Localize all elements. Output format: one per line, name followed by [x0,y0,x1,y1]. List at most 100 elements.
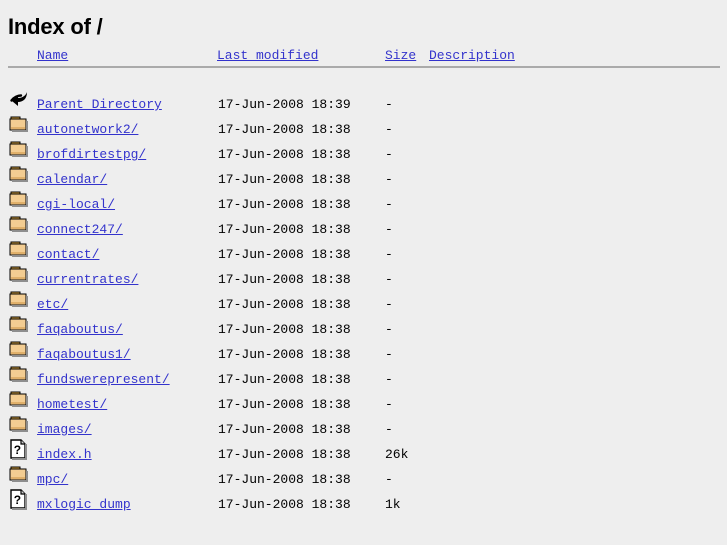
table-row: faqaboutus/17-Jun-2008 18:38 - [8,311,720,336]
entry-icon-cell [8,261,37,286]
entry-link[interactable]: currentrates/ [37,272,138,287]
entry-size: - [385,472,393,487]
entry-name-cell: faqaboutus1/ [37,336,217,361]
entry-link[interactable]: calendar/ [37,172,107,187]
folder-icon [9,339,29,361]
entry-description [429,311,720,336]
entry-link[interactable]: connect247/ [37,222,123,237]
entry-icon-cell: ? [8,436,37,461]
entry-description [429,486,720,511]
entry-description [429,261,720,286]
sort-by-description-link[interactable]: Description [429,48,515,63]
entry-last-modified: 17-Jun-2008 18:38 [218,322,351,337]
table-row: images/17-Jun-2008 18:38 - [8,411,720,436]
entry-last-modified: 17-Jun-2008 18:38 [218,347,351,362]
directory-index-page: Index of / Name Last modified Size Descr… [0,0,727,545]
table-row: hometest/17-Jun-2008 18:38 - [8,386,720,411]
entry-last-modified: 17-Jun-2008 18:38 [218,297,351,312]
table-row: Parent Directory 17-Jun-2008 18:39 - [8,86,720,111]
unknown-file-icon: ? [9,439,29,461]
entry-last-modified: 17-Jun-2008 18:38 [218,197,351,212]
folder-icon [9,314,29,336]
entry-name-cell: Parent Directory [37,86,217,111]
entry-link[interactable]: images/ [37,422,92,437]
header-date-cell: Last modified [217,40,385,62]
folder-icon [9,239,29,261]
entry-last-modified: 17-Jun-2008 18:38 [218,222,351,237]
entry-icon-cell [8,336,37,361]
directory-listing: Name Last modified Size Description Pare… [0,40,727,511]
entry-icon-cell [8,136,37,161]
sort-by-last-modified-link[interactable]: Last modified [217,48,318,63]
entry-size: - [385,297,393,312]
folder-icon [9,214,29,236]
entry-link[interactable]: etc/ [37,297,68,312]
entry-description [429,461,720,486]
entry-link[interactable]: hometest/ [37,397,107,412]
table-row: ? index.h 17-Jun-2008 18:38 26k [8,436,720,461]
entry-icon-cell [8,211,37,236]
entry-link[interactable]: contact/ [37,247,99,262]
entry-link[interactable]: faqaboutus/ [37,322,123,337]
entry-size: - [385,147,393,162]
entry-description [429,386,720,411]
sort-by-size-link[interactable]: Size [385,48,416,63]
entry-icon-cell [8,386,37,411]
entry-name-cell: mxlogic_dump [37,486,217,511]
table-row: autonetwork2/17-Jun-2008 18:38 - [8,111,720,136]
entry-link[interactable]: mxlogic_dump [37,497,131,512]
entry-name-cell: contact/ [37,236,217,261]
entry-last-modified: 17-Jun-2008 18:38 [218,147,351,162]
entry-link[interactable]: Parent Directory [37,97,162,112]
entry-icon-cell [8,311,37,336]
entry-description [429,436,720,461]
entry-link[interactable]: autonetwork2/ [37,122,138,137]
entry-size: - [385,372,393,387]
back-arrow-icon [9,89,29,111]
page-title: Index of / [8,14,103,39]
entry-name-cell: faqaboutus/ [37,311,217,336]
folder-icon [9,139,29,161]
entry-icon-cell [8,86,37,111]
directory-index-table: Name Last modified Size Description Pare… [8,40,720,511]
header-name-cell: Name [37,40,217,62]
entry-size: - [385,197,393,212]
entry-name-cell: hometest/ [37,386,217,411]
entry-icon-cell [8,186,37,211]
entry-name-cell: index.h [37,436,217,461]
folder-icon [9,189,29,211]
folder-icon [9,389,29,411]
entry-size: - [385,322,393,337]
table-row: fundswerepresent/17-Jun-2008 18:38 - [8,361,720,386]
header-size-cell: Size [385,40,429,62]
entry-link[interactable]: mpc/ [37,472,68,487]
folder-icon [9,264,29,286]
entry-icon-cell: ? [8,486,37,511]
entry-name-cell: currentrates/ [37,261,217,286]
entry-description [429,161,720,186]
entry-link[interactable]: fundswerepresent/ [37,372,170,387]
folder-icon [9,164,29,186]
table-row: mpc/17-Jun-2008 18:38 - [8,461,720,486]
entry-icon-cell [8,411,37,436]
entry-link[interactable]: index.h [37,447,92,462]
entry-description [429,286,720,311]
svg-text:?: ? [14,493,21,507]
entry-icon-cell [8,286,37,311]
folder-icon [9,289,29,311]
entry-description [429,236,720,261]
entry-link[interactable]: faqaboutus1/ [37,347,131,362]
entry-name-cell: cgi-local/ [37,186,217,211]
table-header-row: Name Last modified Size Description [8,40,720,62]
entry-link[interactable]: cgi-local/ [37,197,115,212]
folder-icon [9,114,29,136]
entry-size: - [385,247,393,262]
sort-by-name-link[interactable]: Name [37,48,68,63]
entry-description [429,336,720,361]
entry-name-cell: calendar/ [37,161,217,186]
entry-link[interactable]: brofdirtestpg/ [37,147,146,162]
entry-last-modified: 17-Jun-2008 18:38 [218,422,351,437]
header-description-cell: Description [429,40,720,62]
entry-last-modified: 17-Jun-2008 18:38 [218,372,351,387]
entry-description [429,111,720,136]
